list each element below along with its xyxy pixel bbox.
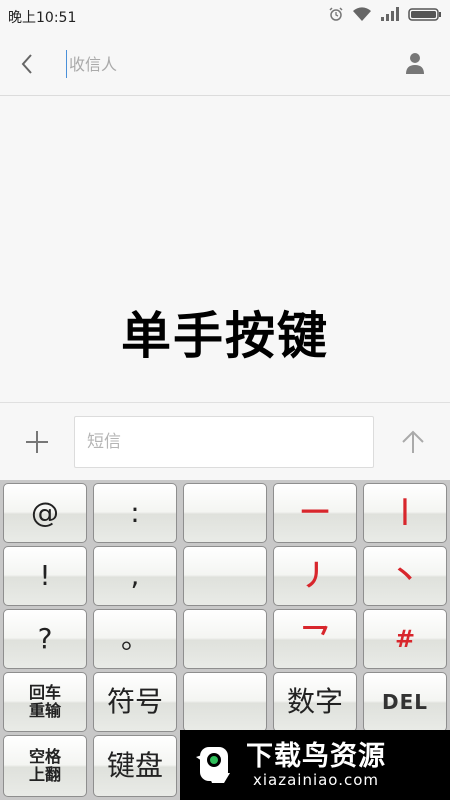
signal-icon [381, 7, 399, 21]
key-period[interactable]: 。 [93, 609, 177, 669]
key-delete[interactable]: DEL [363, 672, 447, 732]
key-symbols[interactable]: 符号 [93, 672, 177, 732]
watermark-text: 下载鸟资源 xiazainiao.com [246, 741, 386, 789]
arrow-up-icon [402, 430, 424, 453]
key-label: 一 [300, 496, 329, 529]
recipient-input[interactable] [66, 50, 371, 78]
chevron-left-icon [21, 54, 32, 74]
key-blank[interactable] [183, 672, 267, 732]
compose-bar [0, 402, 450, 481]
key-label: 乛 [300, 622, 329, 655]
status-bar: 晚上10:51 [0, 0, 450, 32]
bird-logo-icon [196, 747, 230, 783]
key-label: 符号 [106, 685, 163, 718]
person-icon [406, 53, 424, 74]
key-space-pageup[interactable]: 空格 上翻 [3, 735, 87, 797]
key-stroke-dian[interactable]: 丶 [363, 546, 447, 606]
key-blank[interactable] [183, 483, 267, 543]
key-stroke-pie[interactable]: 丿 [273, 546, 357, 606]
key-keyboard-switch[interactable]: 键盘 [93, 735, 177, 797]
key-label: @ [31, 496, 59, 529]
key-label: 。 [120, 622, 149, 655]
key-question[interactable]: ? [3, 609, 87, 669]
status-icons [328, 6, 442, 22]
plus-icon [26, 431, 48, 453]
message-area: 单手按键 [0, 96, 450, 402]
key-colon[interactable]: : [93, 483, 177, 543]
attach-button[interactable] [24, 429, 50, 455]
watermark-brand-url: xiazainiao.com [252, 771, 380, 789]
key-label: DEL [381, 690, 428, 714]
key-label: ? [37, 622, 53, 655]
key-exclamation[interactable]: ! [3, 546, 87, 606]
key-at[interactable]: @ [3, 483, 87, 543]
key-label: 数字 [286, 685, 343, 718]
header [0, 32, 450, 96]
key-numbers[interactable]: 数字 [273, 672, 357, 732]
key-blank[interactable] [183, 546, 267, 606]
key-label: # [394, 625, 416, 653]
key-label: , [130, 559, 140, 592]
contact-button[interactable] [402, 50, 428, 76]
status-time: 晚上10:51 [8, 10, 77, 26]
key-label: 丿 [300, 559, 329, 592]
key-label: ! [39, 559, 51, 592]
key-stroke-zhe[interactable]: 乛 [273, 609, 357, 669]
key-wildcard[interactable]: # [363, 609, 447, 669]
wifi-icon [353, 7, 371, 21]
key-stroke-shu[interactable]: 丨 [363, 483, 447, 543]
key-label: 键盘 [106, 749, 163, 782]
key-label: 丶 [390, 559, 419, 592]
watermark-banner: 下载鸟资源 xiazainiao.com [180, 730, 450, 800]
watermark-brand-cn: 下载鸟资源 [246, 741, 386, 772]
key-enter-reset[interactable]: 回车 重输 [3, 672, 87, 732]
alarm-icon [329, 7, 343, 21]
send-button[interactable] [400, 429, 426, 455]
key-label: 丨 [390, 496, 419, 529]
battery-icon [408, 8, 441, 21]
sms-input[interactable] [74, 416, 374, 468]
key-stroke-heng[interactable]: 一 [273, 483, 357, 543]
back-button[interactable] [14, 50, 42, 78]
key-blank[interactable] [183, 609, 267, 669]
overlay-title: 单手按键 [121, 307, 329, 365]
key-comma[interactable]: , [93, 546, 177, 606]
key-label: : [130, 496, 140, 529]
key-label: 回车 重输 [28, 683, 61, 720]
key-label: 空格 上翻 [28, 747, 61, 784]
